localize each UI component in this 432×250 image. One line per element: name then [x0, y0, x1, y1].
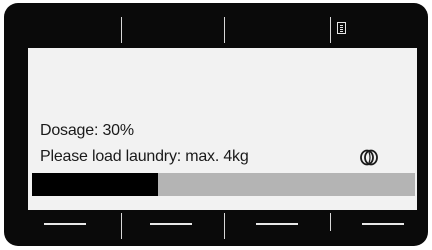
bottom-key-divider [121, 213, 122, 239]
top-key-divider [330, 17, 331, 43]
bottom-key-divider [330, 213, 331, 231]
display-screen: Dosage: 30% Please load laundry: max. 4k… [28, 48, 417, 210]
soft-key-1[interactable] [44, 223, 86, 225]
soft-key-3[interactable] [256, 223, 298, 225]
load-instruction: Please load laundry: max. 4kg [40, 148, 249, 165]
appliance-control-panel: Dosage: 30% Please load laundry: max. 4k… [4, 3, 428, 246]
bottom-key-divider [224, 213, 225, 239]
progress-bar-fill [32, 173, 159, 196]
detergent-icon [360, 149, 378, 166]
dosage-label: Dosage: 30% [40, 122, 134, 139]
top-key-divider [121, 17, 122, 43]
soft-key-4[interactable] [362, 223, 404, 225]
soft-key-2[interactable] [150, 223, 192, 225]
top-key-divider [224, 17, 225, 43]
menu-list-icon[interactable] [337, 22, 346, 34]
progress-bar [32, 173, 415, 196]
